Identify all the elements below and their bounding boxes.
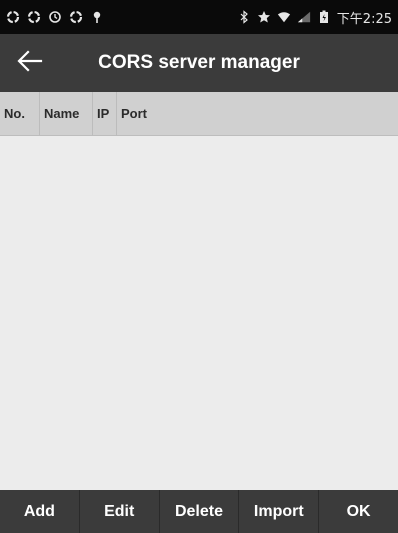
sync-icon <box>6 10 20 24</box>
timer-icon <box>48 10 62 24</box>
bluetooth-icon <box>237 10 251 24</box>
arrow-left-icon <box>17 49 43 77</box>
star-icon <box>257 10 271 24</box>
column-header-port[interactable]: Port <box>117 92 398 136</box>
location-pin-icon <box>90 10 104 24</box>
sync-icon <box>69 10 83 24</box>
table-header: No. Name IP Port <box>0 91 398 136</box>
import-button[interactable]: Import <box>239 490 320 533</box>
wifi-icon <box>277 10 291 24</box>
sync-icon <box>27 10 41 24</box>
delete-button[interactable]: Delete <box>160 490 240 533</box>
signal-icon <box>297 10 311 24</box>
column-header-ip[interactable]: IP <box>93 91 117 136</box>
battery-icon <box>317 10 331 24</box>
bottom-action-bar: Add Edit Delete Import OK <box>0 490 398 533</box>
status-left-icons <box>6 10 104 24</box>
edit-button[interactable]: Edit <box>80 490 160 533</box>
status-right-icons: 下午2:25 <box>237 8 392 27</box>
server-list[interactable] <box>0 136 398 490</box>
status-clock: 下午2:25 <box>336 11 392 27</box>
column-header-no[interactable]: No. <box>0 91 40 136</box>
page-title: CORS server manager <box>98 52 300 73</box>
column-header-name[interactable]: Name <box>40 91 93 136</box>
app-bar: CORS server manager <box>0 34 398 92</box>
add-button[interactable]: Add <box>0 490 80 533</box>
back-button[interactable] <box>14 48 46 78</box>
ok-button[interactable]: OK <box>319 490 398 533</box>
status-bar: 下午2:25 <box>0 0 398 34</box>
